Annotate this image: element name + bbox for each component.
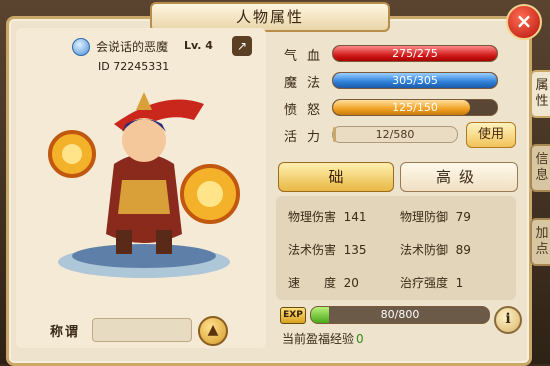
rage-value: 125/150 [392, 101, 438, 114]
exp-bar: 80/800 [310, 306, 490, 324]
attr-physical-defense: 物理防御 79 [400, 210, 471, 224]
title-field[interactable] [92, 318, 192, 342]
attr-physical-attack: 物理伤害 141 [288, 210, 367, 224]
player-name: 会说话的恶魔 [96, 40, 169, 54]
rage-bar: 125/150 [332, 99, 498, 116]
info-icon: i [505, 311, 511, 327]
tab-attributes[interactable]: 属性 [530, 70, 550, 118]
rage-label: 愤怒 [284, 103, 331, 118]
hp-value: 275/275 [392, 47, 438, 60]
tab-basic[interactable]: 础 [278, 162, 394, 192]
attr-healing-power: 治疗强度 1 [400, 276, 464, 290]
vigor-bar: 12/580 [332, 126, 458, 143]
mp-value: 305/305 [392, 74, 438, 87]
blessing-exp-label: 当前盈福经验 [282, 332, 355, 346]
vigor-value: 12/580 [375, 128, 415, 141]
exp-badge: EXP [280, 307, 306, 324]
exp-value: 80/800 [380, 308, 420, 321]
blessing-exp-value: 0 [356, 332, 364, 346]
attr-speed: 速 度 20 [288, 276, 359, 290]
character-model [48, 92, 240, 278]
tab-advanced[interactable]: 高级 [400, 162, 518, 192]
title-field-label: 称谓 [50, 325, 81, 340]
change-title-button[interactable]: ▲ [198, 316, 228, 346]
hp-label: 气血 [284, 49, 331, 64]
tab-info[interactable]: 信息 [530, 144, 550, 192]
info-button[interactable]: i [494, 306, 522, 334]
mp-label: 魔法 [284, 76, 331, 91]
attr-magic-attack: 法术伤害 135 [288, 243, 367, 257]
school-emblem-icon [72, 38, 90, 56]
player-level: Lv. 4 [184, 39, 213, 52]
edit-icon: ↗ [236, 39, 248, 53]
tab-add-points[interactable]: 加点 [530, 218, 550, 266]
player-id: ID 72245331 [98, 60, 170, 73]
vigor-label: 活力 [284, 130, 331, 145]
close-button[interactable]: × [506, 4, 542, 40]
attr-magic-defense: 法术防御 89 [400, 243, 471, 257]
mp-bar: 305/305 [332, 72, 498, 89]
hp-bar: 275/275 [332, 45, 498, 62]
use-vigor-button[interactable]: 使用 [466, 122, 516, 148]
character-base-rock [72, 244, 216, 268]
edit-name-button[interactable]: ↗ [232, 36, 252, 56]
blessing-exp: 当前盈福经验 0 [282, 330, 364, 347]
arrow-up-icon: ▲ [207, 322, 219, 338]
